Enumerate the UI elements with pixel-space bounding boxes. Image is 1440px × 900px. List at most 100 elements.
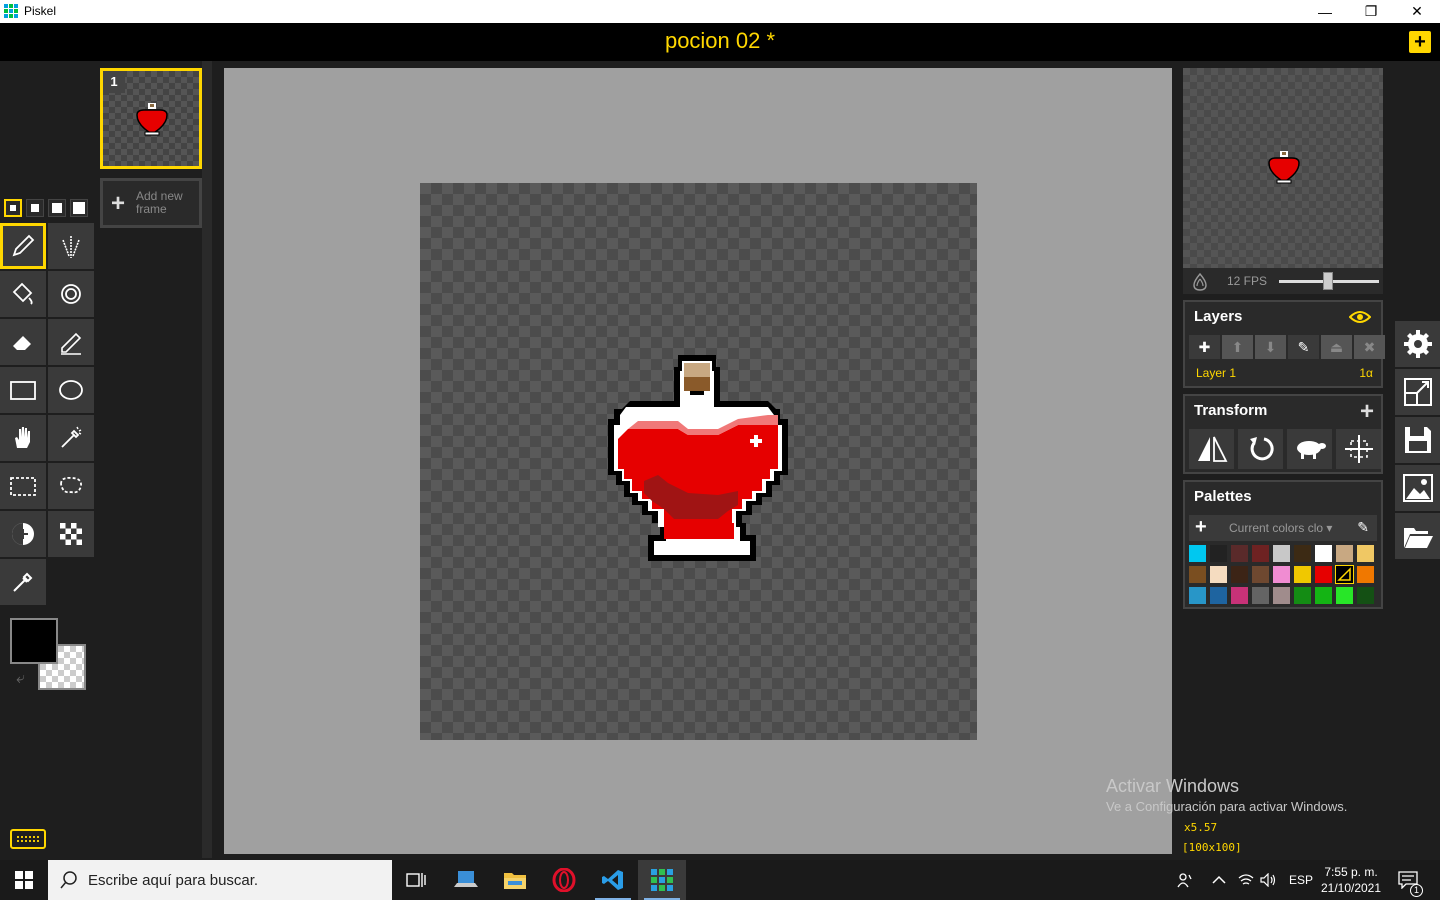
merge-layer-button[interactable]: ⏏ bbox=[1321, 335, 1352, 359]
task-view-button[interactable] bbox=[392, 860, 440, 900]
palette-swatch[interactable] bbox=[1189, 587, 1206, 604]
frame-thumbnail[interactable]: 1 bbox=[100, 68, 209, 169]
keyboard-shortcuts-icon[interactable] bbox=[10, 829, 46, 849]
palette-swatch[interactable] bbox=[1273, 545, 1290, 562]
shape-selection-tool[interactable] bbox=[48, 415, 94, 461]
pen-size-2[interactable] bbox=[26, 199, 44, 217]
primary-color-swatch[interactable] bbox=[10, 618, 58, 664]
pen-tool[interactable] bbox=[0, 223, 46, 269]
drawing-canvas[interactable] bbox=[420, 183, 977, 740]
palette-swatch[interactable] bbox=[1294, 545, 1311, 562]
palette-swatch[interactable] bbox=[1294, 566, 1311, 583]
palette-swatch[interactable] bbox=[1273, 566, 1290, 583]
dithering-tool[interactable] bbox=[48, 511, 94, 557]
eraser-tool[interactable] bbox=[0, 319, 46, 365]
rotate-button[interactable] bbox=[1238, 429, 1283, 469]
edit-palette-icon[interactable]: ✎ bbox=[1357, 519, 1369, 536]
taskbar-app-file-explorer[interactable] bbox=[491, 860, 539, 900]
palette-swatch[interactable] bbox=[1210, 545, 1227, 562]
drawing-area[interactable] bbox=[224, 68, 1172, 854]
minimize-button[interactable]: — bbox=[1302, 0, 1348, 23]
add-layer-button[interactable]: ✚ bbox=[1189, 335, 1220, 359]
paint-bucket-tool[interactable] bbox=[0, 271, 46, 317]
pen-size-3[interactable] bbox=[48, 199, 66, 217]
pen-size-1[interactable] bbox=[4, 199, 22, 217]
rectangle-selection-tool[interactable] bbox=[0, 463, 46, 509]
palette-swatch[interactable] bbox=[1357, 545, 1374, 562]
network-icon[interactable] bbox=[1238, 860, 1254, 900]
palette-swatch[interactable] bbox=[1252, 587, 1269, 604]
language-indicator[interactable]: ESP bbox=[1289, 860, 1313, 900]
taskbar-app-piskel[interactable] bbox=[638, 860, 686, 900]
export-button[interactable] bbox=[1395, 465, 1440, 511]
pen-size-4[interactable] bbox=[70, 199, 88, 217]
onion-skin-icon[interactable] bbox=[1191, 273, 1209, 291]
palette-swatch[interactable] bbox=[1357, 566, 1374, 583]
move-layer-down-button[interactable]: ⬇ bbox=[1255, 335, 1286, 359]
delete-layer-button[interactable]: ✖ bbox=[1354, 335, 1385, 359]
people-icon[interactable] bbox=[1176, 860, 1194, 900]
import-button[interactable] bbox=[1395, 513, 1440, 559]
add-new-frame-button[interactable]: + Add new frame bbox=[100, 178, 202, 228]
frames-scrollbar[interactable] bbox=[202, 61, 212, 858]
palette-swatch[interactable] bbox=[1252, 545, 1269, 562]
palette-swatch[interactable] bbox=[1315, 566, 1332, 583]
move-layer-up-button[interactable]: ⬆ bbox=[1222, 335, 1253, 359]
palette-swatch[interactable] bbox=[1252, 566, 1269, 583]
rectangle-tool[interactable] bbox=[0, 367, 46, 413]
color-picker-tool[interactable] bbox=[0, 559, 46, 605]
circle-tool[interactable] bbox=[48, 367, 94, 413]
vertical-mirror-pen-tool[interactable] bbox=[48, 223, 94, 269]
palette-swatch[interactable] bbox=[1273, 587, 1290, 604]
settings-button[interactable] bbox=[1395, 321, 1440, 367]
palette-swatch[interactable] bbox=[1231, 587, 1248, 604]
taskbar-app-opera[interactable] bbox=[540, 860, 588, 900]
center-button[interactable] bbox=[1336, 429, 1381, 469]
close-button[interactable]: ✕ bbox=[1394, 0, 1440, 23]
palette-swatch[interactable] bbox=[1231, 545, 1248, 562]
palette-swatch[interactable] bbox=[1336, 545, 1353, 562]
notifications-button[interactable]: 1 bbox=[1398, 860, 1423, 900]
lighten-tool[interactable] bbox=[0, 511, 46, 557]
system-clock[interactable]: 7:55 p. m. 21/10/2021 bbox=[1316, 864, 1386, 896]
transform-expand-button[interactable]: + bbox=[1360, 398, 1374, 426]
taskbar-app-vscode[interactable] bbox=[589, 860, 637, 900]
palette-swatch[interactable] bbox=[1335, 565, 1354, 584]
move-tool[interactable] bbox=[0, 415, 46, 461]
palette-swatch[interactable] bbox=[1294, 587, 1311, 604]
flip-button[interactable] bbox=[1189, 429, 1234, 469]
start-button[interactable] bbox=[0, 860, 48, 900]
taskbar-app-remote[interactable] bbox=[442, 860, 490, 900]
volume-icon[interactable] bbox=[1260, 860, 1278, 900]
palette-swatch[interactable] bbox=[1231, 566, 1248, 583]
document-title[interactable]: pocion 02 * bbox=[0, 28, 1440, 54]
resize-button[interactable] bbox=[1395, 369, 1440, 415]
maximize-button[interactable]: ❐ bbox=[1348, 0, 1394, 23]
stroke-tool[interactable] bbox=[48, 319, 94, 365]
layers-title: Layers bbox=[1194, 308, 1243, 325]
layer-row[interactable]: Layer 1 1α bbox=[1189, 363, 1377, 383]
animation-preview[interactable] bbox=[1183, 68, 1383, 268]
palette-swatch[interactable] bbox=[1315, 545, 1332, 562]
new-sprite-button[interactable]: + bbox=[1409, 31, 1431, 53]
fps-slider-thumb[interactable] bbox=[1323, 272, 1333, 290]
palette-select[interactable]: Current colors clo ▾ bbox=[1229, 521, 1349, 535]
palette-swatch[interactable] bbox=[1189, 566, 1206, 583]
show-hidden-icons-button[interactable] bbox=[1212, 860, 1226, 900]
lasso-selection-tool[interactable] bbox=[48, 463, 94, 509]
palette-swatch[interactable] bbox=[1336, 587, 1353, 604]
palette-swatch[interactable] bbox=[1189, 545, 1206, 562]
edit-layer-button[interactable]: ✎ bbox=[1288, 335, 1319, 359]
clone-button[interactable] bbox=[1287, 429, 1332, 469]
palette-swatch[interactable] bbox=[1357, 587, 1374, 604]
save-button[interactable] bbox=[1395, 417, 1440, 463]
eye-icon[interactable] bbox=[1349, 310, 1371, 324]
layer-opacity[interactable]: 1α bbox=[1359, 366, 1373, 380]
palette-swatch[interactable] bbox=[1315, 587, 1332, 604]
taskbar-search-box[interactable]: Escribe aquí para buscar. bbox=[48, 860, 392, 900]
palette-swatch[interactable] bbox=[1210, 587, 1227, 604]
paint-all-same-color-tool[interactable] bbox=[48, 271, 94, 317]
swap-colors-icon[interactable]: ⤶ bbox=[16, 670, 34, 688]
add-palette-button[interactable]: + bbox=[1195, 516, 1207, 539]
palette-swatch[interactable] bbox=[1210, 566, 1227, 583]
